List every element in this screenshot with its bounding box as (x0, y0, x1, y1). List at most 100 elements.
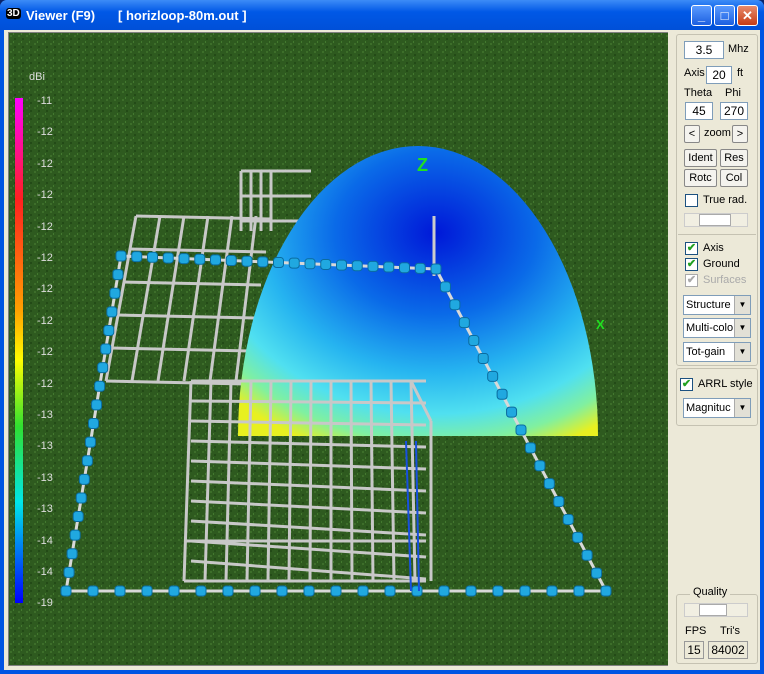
wire-segment-bead (399, 262, 410, 274)
wire-segment-bead (114, 585, 126, 597)
wire-segment-bead (487, 370, 499, 382)
axis-unit: ft (737, 67, 744, 79)
wire-segment-bead (194, 253, 206, 265)
wire-segment-bead (438, 585, 450, 597)
viewer-window: 3D Viewer (F9) [ horizloop-80m.out ] _ □… (0, 0, 764, 674)
display-select[interactable]: Structure ▼ (683, 295, 751, 315)
wire-segment-bead (367, 260, 379, 272)
surfaces-checkbox[interactable]: ✔ (685, 274, 698, 287)
wire-segment-bead (581, 549, 593, 561)
title-bar[interactable]: 3D Viewer (F9) [ horizloop-80m.out ] _ □… (0, 0, 764, 30)
axis-cb-label: Axis (703, 242, 724, 254)
wire-segment-bead (63, 566, 75, 578)
wire-segment-bead (496, 388, 508, 400)
wire-segment-bead (430, 263, 442, 275)
wire-segment-bead (100, 343, 112, 355)
wire-segment-bead (87, 585, 99, 597)
phi-input[interactable]: 270 (720, 102, 748, 120)
z-axis-label: Z (417, 155, 428, 175)
close-button[interactable]: ✕ (737, 5, 758, 26)
wire-segment-bead (591, 567, 603, 579)
mode-select[interactable]: Magnituc ▼ (683, 398, 751, 418)
quality-slider[interactable] (684, 603, 748, 617)
gain-select[interactable]: Tot-gain ▼ (683, 342, 751, 362)
wire-segment-bead (411, 585, 423, 597)
wire-segment-bead (131, 251, 143, 263)
wire-segment-bead (357, 585, 369, 597)
wire-segment-bead (492, 585, 504, 597)
true-rad-checkbox[interactable] (685, 194, 698, 207)
wire-segment-bead (477, 352, 489, 364)
wire-segment-bead (414, 262, 426, 274)
ground-checkbox[interactable]: ✔ (685, 258, 698, 271)
3d-viewport[interactable]: dBi -11 -12 -12 -12 -12 -12 -12 -12 -12 -12 -13 -13… (8, 32, 670, 666)
chevron-down-icon: ▼ (734, 343, 750, 361)
legend-unit: dBi (29, 71, 45, 83)
mode-value: Magnituc (686, 402, 731, 414)
3d-scene[interactable] (9, 33, 670, 666)
frequency-input[interactable]: 3.5 (684, 41, 724, 59)
quality-label: Quality (690, 586, 731, 598)
maximize-button[interactable]: □ (714, 5, 735, 26)
gain-value: Tot-gain (686, 346, 726, 358)
axis-length-input[interactable]: 20 (706, 66, 732, 84)
wire-segment-bead (81, 455, 93, 467)
fps-label: FPS (685, 625, 707, 637)
ident-button[interactable]: Ident (684, 149, 717, 167)
wire-segment-bead (84, 436, 96, 448)
wire-segment-bead (225, 255, 237, 267)
wire-segment-bead (330, 585, 342, 597)
legend-tick-label: -12 (37, 346, 53, 359)
zoom-out-button[interactable]: < (684, 125, 700, 143)
true-rad-slider[interactable] (684, 213, 748, 227)
minimize-button[interactable]: _ (691, 5, 712, 26)
wire-segment-bead (60, 585, 72, 597)
wire-segment-bead (222, 585, 234, 597)
wire-segment-bead (66, 548, 78, 560)
theta-input[interactable]: 45 (685, 102, 713, 120)
legend-tick-label: -19 (37, 597, 53, 610)
tris-value: 84002 (708, 641, 748, 659)
wire-segment-bead (519, 585, 531, 597)
wire-segment-bead (600, 585, 612, 597)
rotc-button[interactable]: Rotc (684, 169, 717, 187)
wire-segment-bead (303, 585, 315, 597)
arrl-style-label: ARRL style (698, 378, 753, 390)
arrl-style-checkbox[interactable]: ✔ (680, 378, 693, 391)
legend-tick-label: -14 (37, 534, 53, 547)
theta-label: Theta (684, 87, 713, 99)
wire-segment-bead (91, 399, 103, 411)
color-value: Multi-colo (686, 322, 734, 334)
wire-segment-bead (69, 529, 81, 541)
window-title: Viewer (F9) (26, 8, 96, 23)
zoom-in-button[interactable]: > (732, 125, 748, 143)
fps-value: 15 (684, 641, 704, 659)
wire-segment-bead (320, 258, 332, 270)
legend-tick-label: -12 (37, 220, 53, 233)
legend-tick-label: -13 (37, 471, 53, 484)
wire-segment-bead (304, 258, 316, 270)
wire-segment-bead (249, 585, 261, 597)
res-button[interactable]: Res (720, 149, 748, 167)
wire-segment-bead (449, 299, 461, 311)
col-button[interactable]: Col (720, 169, 748, 187)
wire-segment-bead (109, 287, 121, 299)
wire-segment-bead (553, 496, 565, 508)
wire-segment-bead (168, 585, 180, 597)
wire-segment-bead (75, 492, 87, 504)
wire-segment-bead (147, 251, 158, 263)
freq-unit: Mhz (728, 43, 749, 55)
ground-cb-label: Ground (703, 258, 740, 270)
wire-segment-bead (257, 256, 269, 268)
wire-segment-bead (336, 259, 347, 271)
wire-segment-bead (178, 253, 190, 265)
legend-tick-label: -12 (37, 377, 53, 390)
wire-segment-bead (88, 418, 99, 429)
color-select[interactable]: Multi-colo ▼ (683, 318, 751, 338)
chevron-down-icon: ▼ (734, 296, 750, 314)
wire-segment-bead (195, 585, 207, 597)
axis-checkbox[interactable]: ✔ (685, 242, 698, 255)
wire-segment-bead (276, 585, 288, 597)
wire-segment-bead (78, 473, 90, 485)
wire-segment-bead (288, 257, 300, 269)
